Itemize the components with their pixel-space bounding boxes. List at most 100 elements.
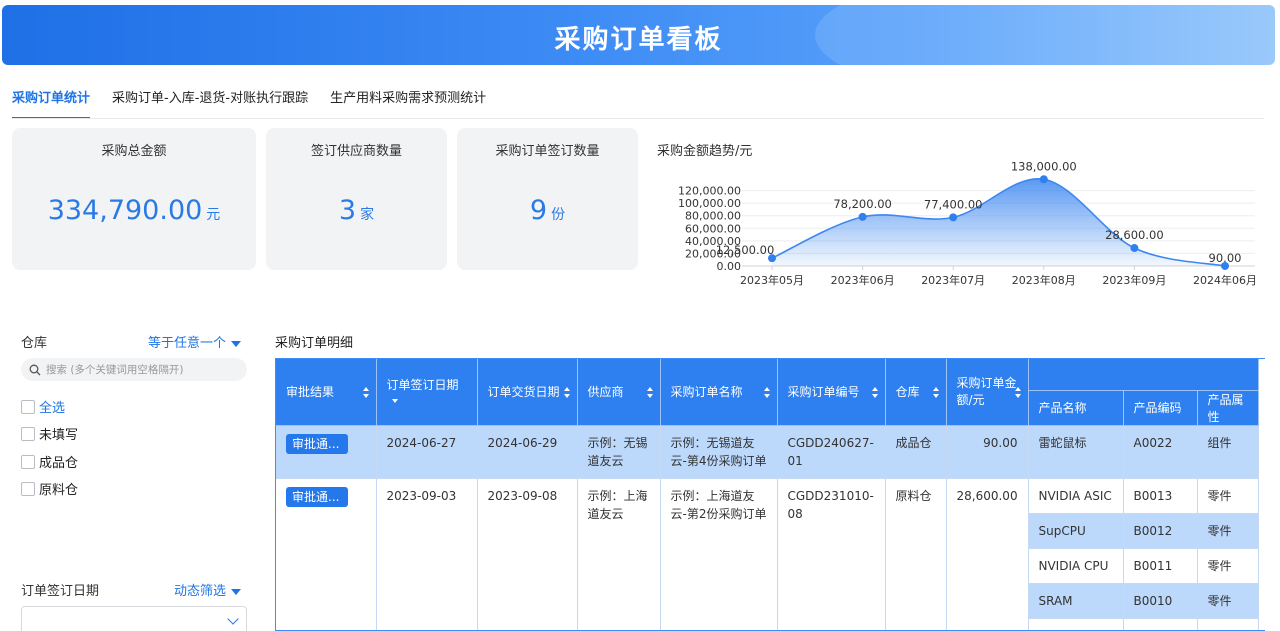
col-warehouse-header[interactable]: 仓库 xyxy=(885,359,947,426)
kpi-value: 3家 xyxy=(266,195,447,226)
header-text: 采购订单名称 xyxy=(670,385,743,400)
sort-desc-icon[interactable] xyxy=(391,398,398,403)
approval-status-button[interactable]: 审批通... xyxy=(286,433,348,454)
kpi-number: 3 xyxy=(338,195,357,226)
cell-amount: 90.00 xyxy=(946,425,1029,479)
x-tick-label: 2023年07月 xyxy=(921,273,985,287)
warehouse-search-box[interactable] xyxy=(21,358,247,381)
col-amount-header[interactable]: 采购订单金额/元 xyxy=(946,359,1029,426)
data-label: 90.00 xyxy=(1209,251,1242,265)
tab-divider xyxy=(12,118,1264,119)
date-filter-mode[interactable]: 动态筛选 xyxy=(174,580,242,599)
warehouse-search-input[interactable] xyxy=(46,363,236,376)
cell-product-name: SupCPU xyxy=(1028,513,1124,549)
cell-product-name: Intel RAM xyxy=(1028,618,1124,630)
x-tick-label: 2024年06月 xyxy=(1193,273,1257,287)
data-point xyxy=(858,212,867,221)
header-text: 审批结果 xyxy=(286,385,335,400)
cell-supplier: 示例：上海道友云 xyxy=(577,478,661,630)
col-product-name-header[interactable]: 产品名称 xyxy=(1028,390,1124,426)
cell-supplier: 示例：无锡道友云 xyxy=(577,425,661,479)
checkbox-unfilled[interactable]: 未填写 xyxy=(21,424,78,443)
sort-icon[interactable] xyxy=(932,386,939,398)
data-label: 12,500.00 xyxy=(716,243,775,257)
x-tick-label: 2023年05月 xyxy=(740,273,804,287)
cell-delivery-date: 2023-09-08 xyxy=(477,478,578,630)
cell-warehouse: 原料仓 xyxy=(885,478,947,630)
cell-approval: 审批通... xyxy=(276,478,377,630)
table-row[interactable]: 审批通... 2023-09-03 2023-09-08 示例：上海道友云 示例… xyxy=(276,478,1259,630)
col-supplier-header[interactable]: 供应商 xyxy=(577,359,661,426)
col-order-no-header[interactable]: 采购订单编号 xyxy=(777,359,886,426)
tab-bar: 采购订单统计 采购订单-入库-退货-对账执行跟踪 生产用料采购需求预测统计 xyxy=(12,87,508,119)
checkbox-finished-goods[interactable]: 成品仓 xyxy=(21,452,78,471)
kpi-card-order-count: 采购订单签订数量 9份 xyxy=(457,128,638,270)
cell-product-attr: 组件 xyxy=(1197,425,1259,479)
col-delivery-date-header[interactable]: 订单交货日期 xyxy=(477,359,578,426)
header-text: 供应商 xyxy=(587,385,624,400)
cell-product-attr: 零件 xyxy=(1197,618,1259,630)
cell-delivery-date: 2024-06-29 xyxy=(477,425,578,479)
cell-product-attr: 零件 xyxy=(1197,478,1259,514)
cell-warehouse: 成品仓 xyxy=(885,425,947,479)
series-area xyxy=(772,178,1225,266)
date-filter-select[interactable] xyxy=(21,606,247,631)
header-banner: 采购订单看板 xyxy=(2,5,1275,65)
tab-material-demand-forecast[interactable]: 生产用料采购需求预测统计 xyxy=(330,87,486,119)
cell-product-code: A0022 xyxy=(1123,425,1198,479)
sort-icon[interactable] xyxy=(646,386,653,398)
kpi-label: 采购总金额 xyxy=(101,144,167,159)
caret-down-icon xyxy=(231,340,242,347)
cell-product-code: B0013 xyxy=(1123,478,1198,514)
data-point xyxy=(949,213,958,222)
warehouse-filter-mode-text: 等于任意一个 xyxy=(148,336,227,351)
header-text: 采购订单金额/元 xyxy=(956,375,1017,407)
sort-icon[interactable] xyxy=(563,386,570,398)
sort-icon[interactable] xyxy=(1014,386,1021,398)
col-product-code-header[interactable]: 产品编码 xyxy=(1123,390,1198,426)
data-point xyxy=(1130,244,1139,253)
warehouse-filter-label: 仓库 xyxy=(21,336,48,351)
sort-icon[interactable] xyxy=(871,386,878,398)
checkbox-select-all[interactable]: 全选 xyxy=(21,397,65,416)
x-tick-label: 2023年08月 xyxy=(1012,273,1076,287)
cell-product-attr: 零件 xyxy=(1197,548,1259,584)
col-product-attr-header[interactable]: 产品属性 xyxy=(1197,390,1259,426)
cell-sign-date: 2024-06-27 xyxy=(376,425,478,479)
cell-amount: 28,600.00 xyxy=(946,478,1029,630)
kpi-card-total-amount: 采购总金额 334,790.00 元 xyxy=(12,128,256,270)
checkbox-square[interactable] xyxy=(21,426,35,441)
data-point xyxy=(1039,175,1048,184)
col-order-name-header[interactable]: 采购订单名称 xyxy=(660,359,778,426)
y-tick-label: 0.00 xyxy=(717,260,742,273)
warehouse-filter-mode[interactable]: 等于任意一个 xyxy=(148,332,242,351)
cell-order-no: CGDD240627-01 xyxy=(777,425,886,479)
sort-icon[interactable] xyxy=(362,386,369,398)
order-grid: 审批结果 订单签订日期 订单交货日期 供应商 采购订单名称 采购订单编号 仓库 … xyxy=(276,359,1259,630)
tab-purchase-order-stats[interactable]: 采购订单统计 xyxy=(12,87,91,119)
kpi-unit: 家 xyxy=(360,207,375,223)
table-row[interactable]: 审批通... 2024-06-27 2024-06-29 示例：无锡道友云 示例… xyxy=(276,425,1259,479)
cell-product-attr: 零件 xyxy=(1197,583,1259,619)
checkbox-square[interactable] xyxy=(21,481,35,496)
y-tick-label: 80,000.00 xyxy=(685,210,741,223)
y-tick-label: 120,000.00 xyxy=(678,185,741,198)
date-filter-mode-text: 动态筛选 xyxy=(174,584,227,599)
cell-product-code: B0010 xyxy=(1123,583,1198,619)
x-tick-label: 2023年06月 xyxy=(831,273,895,287)
checkbox-square[interactable] xyxy=(21,454,35,469)
data-label: 138,000.00 xyxy=(1011,159,1077,173)
tab-order-execution-tracking[interactable]: 采购订单-入库-退货-对账执行跟踪 xyxy=(112,87,308,119)
approval-status-button[interactable]: 审批通... xyxy=(286,486,348,507)
sort-icon[interactable] xyxy=(763,386,770,398)
checkbox-square[interactable] xyxy=(21,399,35,414)
checkbox-raw-materials[interactable]: 原料仓 xyxy=(21,479,78,498)
chevron-down-icon xyxy=(227,613,239,625)
caret-down-icon xyxy=(231,588,242,595)
col-approval-header[interactable]: 审批结果 xyxy=(276,359,377,426)
checkbox-label: 未填写 xyxy=(39,428,79,443)
kpi-unit: 元 xyxy=(206,207,221,223)
order-detail-table: 审批结果 订单签订日期 订单交货日期 供应商 采购订单名称 采购订单编号 仓库 … xyxy=(275,358,1265,631)
col-sign-date-header[interactable]: 订单签订日期 xyxy=(376,359,478,426)
data-label: 28,600.00 xyxy=(1105,228,1164,242)
